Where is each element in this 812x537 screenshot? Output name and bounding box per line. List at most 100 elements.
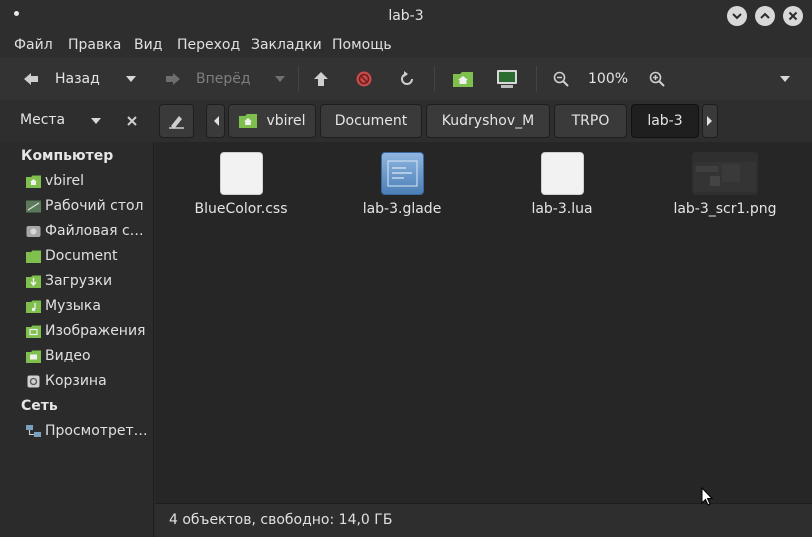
chevron-down-icon <box>126 76 136 82</box>
file-view[interactable]: BlueColor.css lab-3.glade lab-3.lua lab-… <box>155 142 812 503</box>
forward-button[interactable]: Вперёд <box>164 58 251 100</box>
back-history-dropdown[interactable] <box>126 58 136 100</box>
zoom-out-icon <box>553 71 569 87</box>
breadcrumb-lab-3[interactable]: lab-3 <box>631 104 699 138</box>
menu-edit[interactable]: Правка <box>68 37 121 53</box>
sidebar-item-trash[interactable]: Корзина <box>26 370 152 392</box>
glade-file-icon <box>380 152 424 195</box>
text-file-icon <box>219 152 263 195</box>
file-name: lab-3_scr1.png <box>673 201 777 217</box>
sidebar-item-pictures[interactable]: Изображения <box>26 320 152 342</box>
close-icon <box>788 11 798 21</box>
breadcrumb-scroll-left[interactable] <box>206 104 225 138</box>
maximize-button[interactable] <box>755 6 775 26</box>
breadcrumb-label: lab-3 <box>647 113 683 129</box>
breadcrumb-trpo[interactable]: TRPO <box>554 104 627 138</box>
places-selector[interactable]: Места <box>20 112 65 128</box>
image-thumbnail-icon <box>692 152 758 195</box>
toolbar-separator <box>298 66 299 92</box>
sidebar-item-label: Изображения <box>45 323 146 339</box>
minimize-button[interactable] <box>727 6 747 26</box>
mouse-cursor-icon <box>701 487 714 506</box>
file-name: BlueColor.css <box>194 201 288 217</box>
breadcrumb-label: Kudryshov_M <box>441 113 535 129</box>
toggle-location-entry-button[interactable] <box>159 104 194 138</box>
file-item[interactable]: lab-3.lua <box>482 152 642 217</box>
edit-location-icon <box>168 116 184 129</box>
breadcrumb-label: vbirel <box>266 113 306 129</box>
forward-history-dropdown[interactable] <box>275 58 285 100</box>
sidebar-item-filesystem[interactable]: Файловая си… <box>26 220 152 242</box>
up-button[interactable] <box>313 58 329 100</box>
toolbar-separator <box>536 66 537 92</box>
toolbar-separator <box>434 66 435 92</box>
file-name: lab-3.lua <box>531 201 593 217</box>
zoom-out-button[interactable] <box>553 58 569 100</box>
toolbar-overflow-button[interactable] <box>780 58 790 100</box>
sidebar-item-label: Document <box>45 248 118 264</box>
sidebar-item-label: Корзина <box>45 373 107 389</box>
breadcrumb-kudryshov[interactable]: Kudryshov_M <box>426 104 550 138</box>
zoom-level-label: 100% <box>588 71 629 87</box>
breadcrumb-label: Document <box>334 113 408 129</box>
desktop-icon <box>26 200 41 212</box>
sidebar-item-music[interactable]: Музыка <box>26 295 152 317</box>
menu-go[interactable]: Переход <box>177 37 240 53</box>
file-name: lab-3.glade <box>362 201 442 217</box>
network-icon <box>26 424 41 437</box>
chevron-down-icon <box>732 13 742 20</box>
chevron-down-icon <box>780 76 790 82</box>
chevron-down-icon <box>275 76 285 82</box>
close-button[interactable] <box>783 6 803 26</box>
file-item[interactable]: lab-3_scr1.png <box>645 152 805 217</box>
text-file-icon <box>540 152 584 195</box>
file-item[interactable]: lab-3.glade <box>322 152 482 217</box>
stop-button[interactable] <box>355 58 373 100</box>
trash-icon <box>27 375 40 387</box>
home-button[interactable] <box>452 58 474 100</box>
home-folder-icon <box>26 175 41 188</box>
computer-icon <box>497 70 517 88</box>
status-bar: 4 объектов, свободно: 14,0 ГБ <box>155 503 812 537</box>
menu-help[interactable]: Помощь <box>332 37 392 53</box>
window-glyph <box>387 160 417 187</box>
close-sidebar-icon[interactable] <box>126 115 138 127</box>
drive-icon <box>26 225 41 237</box>
sidebar-item-label: Файловая си… <box>45 223 152 239</box>
computer-button[interactable] <box>496 58 518 100</box>
sidebar-header-network: Сеть <box>21 398 58 414</box>
downloads-folder-icon <box>26 275 41 288</box>
home-folder-icon <box>239 114 258 128</box>
sidebar-item-document[interactable]: Document <box>26 245 152 267</box>
sidebar-item-home[interactable]: vbirel <box>26 170 152 192</box>
breadcrumb-document[interactable]: Document <box>320 104 422 138</box>
forward-label: Вперёд <box>196 71 251 87</box>
sidebar-item-label: Просмотреть … <box>45 423 152 439</box>
music-folder-icon <box>26 300 41 313</box>
toolbar: Назад Вперёд 100% <box>0 58 812 100</box>
zoom-in-button[interactable] <box>649 58 665 100</box>
sidebar-item-downloads[interactable]: Загрузки <box>26 270 152 292</box>
sidebar-item-label: Загрузки <box>45 273 113 289</box>
chevron-up-icon <box>760 12 770 19</box>
location-bar: Места vbirel Document Kudryshov_M TRPO l… <box>0 100 812 142</box>
menu-bar: Файл Правка Вид Переход Закладки Помощь <box>0 32 812 58</box>
back-label: Назад <box>55 71 100 87</box>
sidebar-item-desktop[interactable]: Рабочий стол <box>26 195 152 217</box>
zoom-in-icon <box>649 71 665 87</box>
zoom-level[interactable]: 100% <box>588 58 628 100</box>
menu-bookmarks[interactable]: Закладки <box>251 37 322 53</box>
menu-file[interactable]: Файл <box>14 37 53 53</box>
places-dropdown[interactable] <box>91 118 101 124</box>
arrow-right-icon <box>166 73 180 85</box>
breadcrumb-vbirel[interactable]: vbirel <box>228 104 316 138</box>
back-button[interactable]: Назад <box>22 58 100 100</box>
sidebar-item-videos[interactable]: Видео <box>26 345 152 367</box>
reload-button[interactable] <box>398 58 416 100</box>
title-bar: lab-3 <box>0 0 812 32</box>
file-item[interactable]: BlueColor.css <box>161 152 321 217</box>
breadcrumb-scroll-right[interactable] <box>702 104 718 138</box>
menu-view[interactable]: Вид <box>134 37 162 53</box>
sidebar-item-label: Видео <box>45 348 91 364</box>
sidebar-item-browse-network[interactable]: Просмотреть … <box>26 420 152 442</box>
